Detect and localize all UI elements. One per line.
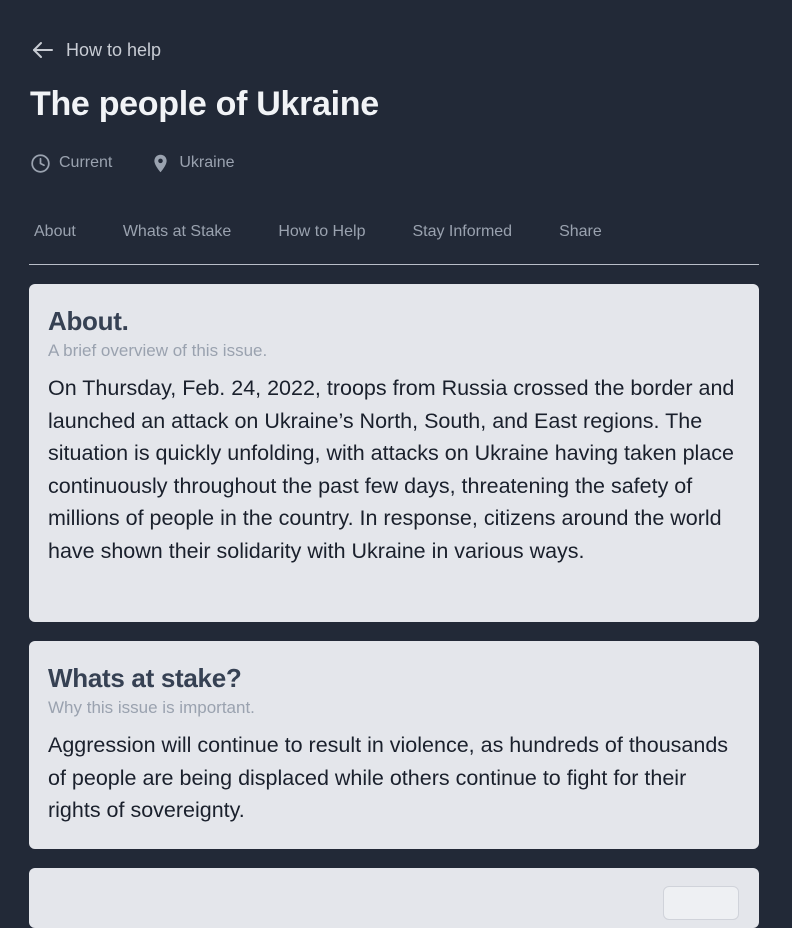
whats-at-stake-card: Whats at stake? Why this issue is import… <box>29 641 759 849</box>
status-label: Current <box>59 154 113 171</box>
card-corner-control[interactable] <box>663 886 739 920</box>
arrow-left-icon <box>31 38 55 62</box>
tab-how-to-help[interactable]: How to Help <box>273 218 370 241</box>
how-to-help-card <box>29 868 759 928</box>
about-title: About. <box>48 306 129 336</box>
clock-icon <box>30 153 51 174</box>
meta-row: Current Ukraine <box>30 150 273 176</box>
status-meta: Current <box>30 153 112 174</box>
back-link[interactable]: How to help <box>31 36 161 64</box>
location-label: Ukraine <box>179 154 235 171</box>
tab-stay-informed[interactable]: Stay Informed <box>407 218 517 241</box>
about-body: On Thursday, Feb. 24, 2022, troops from … <box>48 376 735 563</box>
stake-title: Whats at stake? <box>48 663 242 693</box>
map-pin-icon <box>150 153 171 174</box>
tab-share[interactable]: Share <box>554 218 607 241</box>
stake-subtitle: Why this issue is important. <box>48 698 255 717</box>
location-meta: Ukraine <box>150 153 235 174</box>
section-tabs: About Whats at Stake How to Help Stay In… <box>29 218 759 265</box>
about-card: About. A brief overview of this issue. O… <box>29 284 759 622</box>
back-link-label: How to help <box>66 39 162 60</box>
about-subtitle: A brief overview of this issue. <box>48 341 268 360</box>
tab-whats-at-stake[interactable]: Whats at Stake <box>118 218 237 241</box>
page-title: The people of Ukraine <box>30 85 379 123</box>
stake-body: Aggression will continue to result in vi… <box>48 733 729 822</box>
tab-about[interactable]: About <box>29 218 81 241</box>
